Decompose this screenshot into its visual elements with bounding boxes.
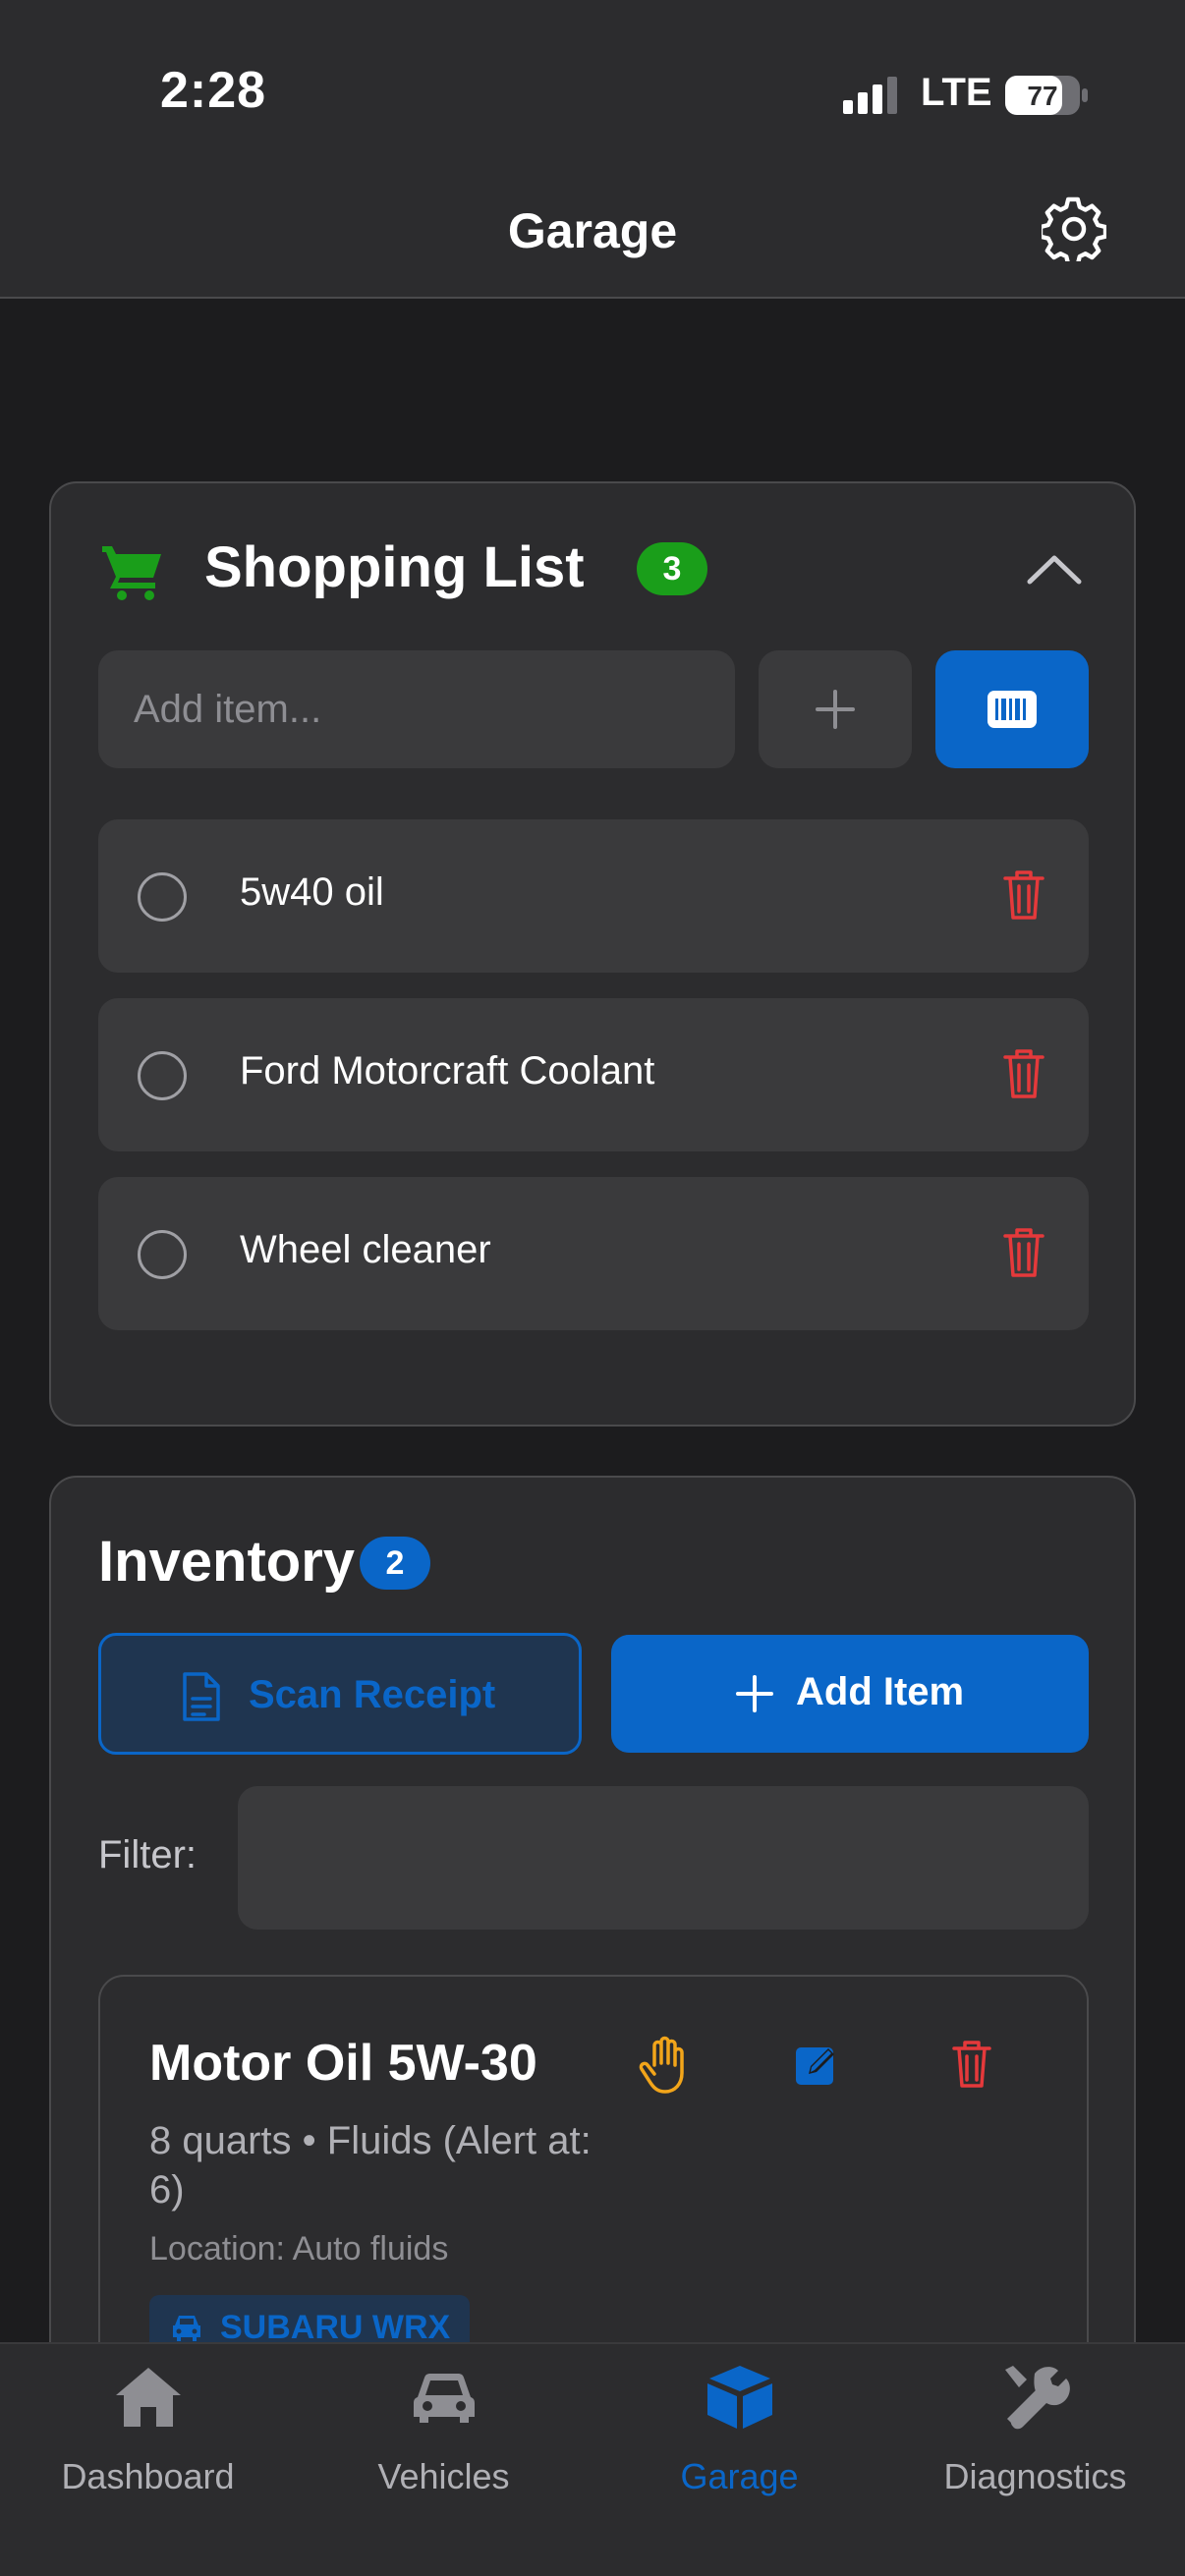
checkbox[interactable] <box>138 872 187 922</box>
plus-icon <box>736 1675 773 1712</box>
inventory-item-detail: 8 quarts • Fluids (Alert at: 6) <box>149 2119 592 2212</box>
add-item-button[interactable]: Add Item <box>611 1635 1089 1753</box>
list-item[interactable]: Wheel cleaner <box>98 1177 1089 1330</box>
inventory-title: Inventory <box>98 1530 356 1594</box>
tab-garage[interactable]: Garage <box>592 2344 887 2501</box>
tab-bar: Dashboard Vehicles Garage Diagnostics <box>0 2342 1185 2576</box>
page-title: Garage <box>507 203 678 258</box>
gear-icon[interactable] <box>1042 196 1106 261</box>
list-item-label: Ford Motorcraft Coolant <box>240 1049 655 1092</box>
trash-icon[interactable] <box>1002 1045 1045 1100</box>
tab-dashboard[interactable]: Dashboard <box>0 2344 296 2501</box>
list-item-label: Wheel cleaner <box>240 1228 491 1271</box>
inventory-item-location: Location: Auto fluids <box>149 2230 449 2268</box>
tab-vehicles[interactable]: Vehicles <box>296 2344 592 2501</box>
inventory-item-name: Motor Oil 5W-30 <box>149 2035 537 2092</box>
inventory-count-badge: 2 <box>360 1537 430 1590</box>
add-shopping-item-button[interactable] <box>759 650 912 768</box>
shopping-list-card: Shopping List 3 5w40 oil Ford Motorcraft… <box>49 481 1136 1427</box>
trash-icon[interactable] <box>951 2038 992 2089</box>
add-item-label: Add Item <box>796 1670 965 1713</box>
tab-label: Dashboard <box>61 2456 235 2496</box>
tools-icon <box>1004 2366 1070 2430</box>
list-item[interactable]: 5w40 oil <box>98 819 1089 973</box>
plus-icon <box>816 690 855 729</box>
scan-receipt-label: Scan Receipt <box>249 1673 496 1716</box>
trash-icon[interactable] <box>1002 1224 1045 1279</box>
list-item-label: 5w40 oil <box>240 870 384 914</box>
trash-icon[interactable] <box>1002 867 1045 922</box>
battery-level: 77 <box>1027 81 1057 111</box>
app-header: Garage <box>0 167 1185 299</box>
signal-icon <box>843 77 897 114</box>
cube-icon <box>706 2366 772 2429</box>
shopping-list-title: Shopping List <box>204 535 585 599</box>
checkbox[interactable] <box>138 1051 187 1100</box>
vehicle-tag-label: SUBARU WRX <box>220 2309 451 2346</box>
list-item[interactable]: Ford Motorcraft Coolant <box>98 998 1089 1151</box>
tab-label: Vehicles <box>377 2456 510 2496</box>
document-icon <box>183 1672 220 1721</box>
battery-icon: 77 <box>1005 76 1088 115</box>
scan-receipt-button[interactable]: Scan Receipt <box>98 1633 582 1755</box>
tab-label: Diagnostics <box>943 2456 1127 2496</box>
tab-label: Garage <box>680 2456 799 2496</box>
filter-input[interactable] <box>238 1786 1089 1930</box>
network-type: LTE <box>921 71 992 114</box>
add-item-input[interactable] <box>98 650 735 768</box>
status-time: 2:28 <box>160 62 267 119</box>
scan-barcode-button[interactable] <box>935 650 1089 768</box>
status-bar: 2:28 LTE 77 <box>0 0 1185 167</box>
cart-icon <box>102 546 161 600</box>
car-icon <box>413 2374 475 2423</box>
tab-diagnostics[interactable]: Diagnostics <box>887 2344 1183 2501</box>
shopping-count-badge: 3 <box>637 542 707 595</box>
filter-label: Filter: <box>98 1833 197 1876</box>
car-icon <box>173 2316 200 2341</box>
edit-icon[interactable] <box>794 2042 839 2087</box>
home-icon <box>115 2368 181 2427</box>
barcode-icon <box>988 691 1037 728</box>
checkbox[interactable] <box>138 1230 187 1279</box>
chevron-up-icon[interactable] <box>1024 544 1085 593</box>
hand-icon[interactable] <box>639 2036 688 2095</box>
